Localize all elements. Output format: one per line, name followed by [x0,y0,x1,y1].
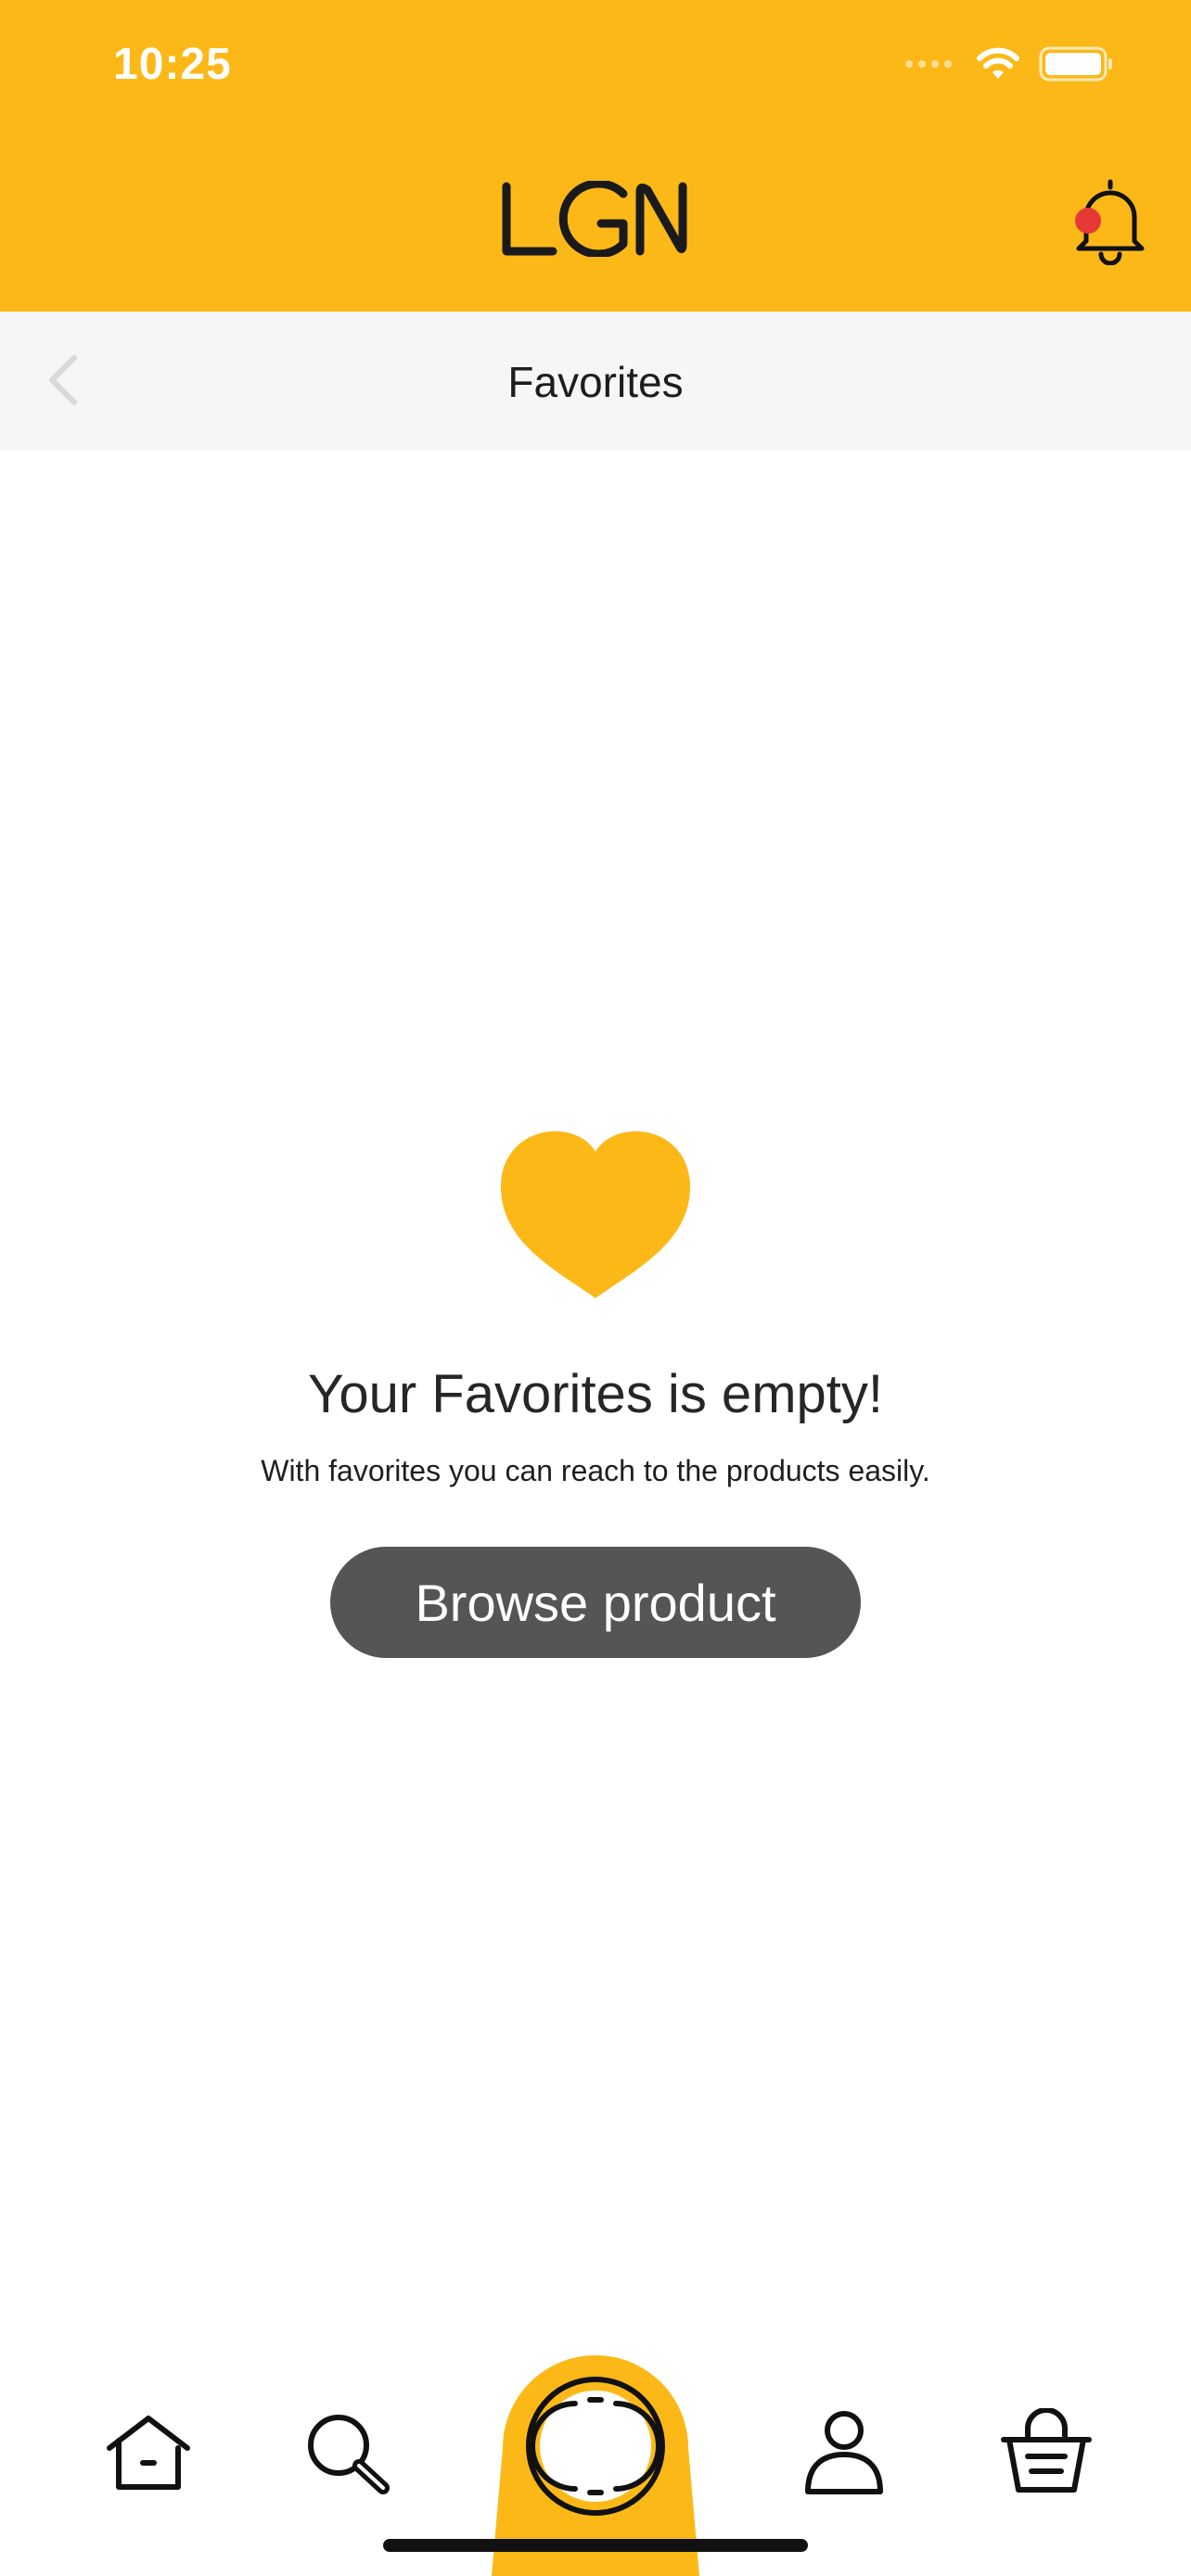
heart-icon [501,1131,690,1305]
search-icon [308,2415,390,2494]
tab-search[interactable] [292,2406,403,2499]
lgn-logo [501,179,690,261]
page-title: Favorites [507,358,684,406]
empty-subtitle: With favorites you can reach to the prod… [261,1454,930,1487]
person-icon [805,2411,883,2494]
basket-icon [1001,2408,1092,2493]
tab-home[interactable] [93,2406,204,2499]
home-icon [107,2416,190,2490]
browse-product-button[interactable]: Browse product [330,1547,861,1658]
notification-badge [1075,208,1101,234]
status-icons [905,46,1113,82]
tab-cart[interactable] [991,2406,1102,2499]
empty-title: Your Favorites is empty! [308,1364,883,1424]
notification-bell-button[interactable] [1071,176,1149,270]
signal-dots-icon [905,60,952,68]
battery-icon [1039,46,1112,82]
wifi-icon [977,47,1019,79]
tab-profile[interactable] [788,2406,900,2499]
home-indicator [383,2539,808,2552]
status-time: 10:25 [113,40,232,89]
scan-circle-icon [526,2377,665,2516]
bell-icon [1075,179,1145,266]
